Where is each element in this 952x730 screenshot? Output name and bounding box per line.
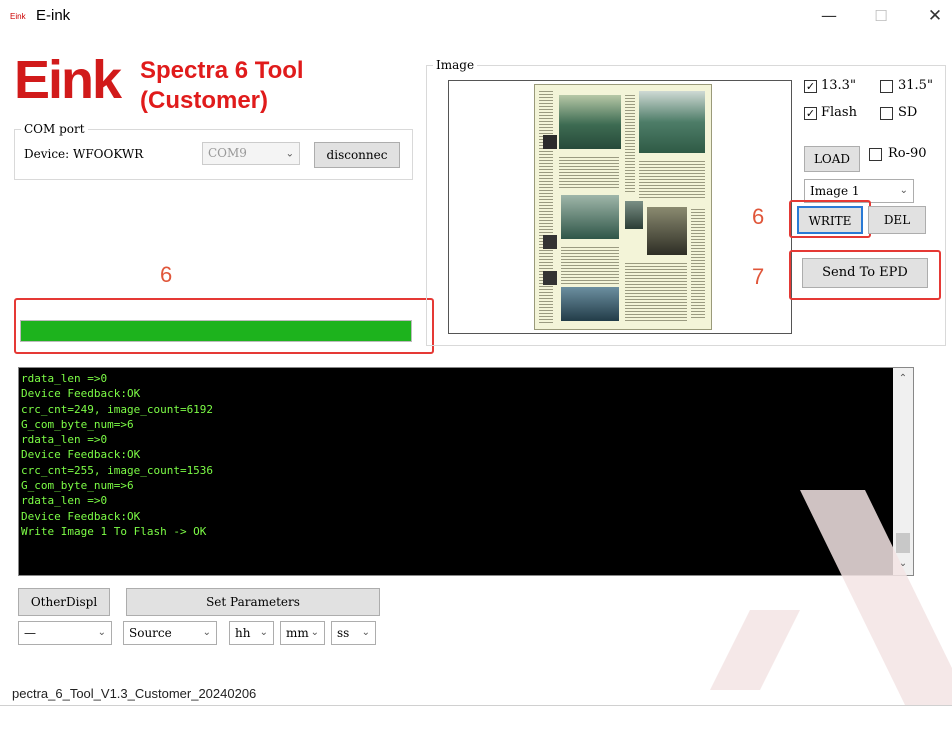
- other-display-button[interactable]: OtherDispl: [18, 588, 110, 616]
- annotation-number-write: 6: [752, 204, 765, 229]
- chevron-down-icon: ⌄: [97, 627, 106, 638]
- sd-label: SD: [898, 105, 918, 120]
- logo-title-line2: (Customer): [140, 87, 269, 114]
- logo-title-line1: Spectra 6 Tool: [140, 57, 304, 84]
- preview-text-column: [559, 155, 619, 189]
- preview-text-column: [639, 159, 705, 199]
- preview-photo: [561, 195, 619, 239]
- annotation-number-progress: 6: [160, 262, 173, 287]
- console-line: Device Feedback:OK: [21, 448, 141, 462]
- minimize-icon[interactable]: —: [812, 2, 846, 30]
- del-button[interactable]: DEL: [868, 206, 926, 234]
- window-title: E-ink: [36, 7, 71, 24]
- console-line: crc_cnt=249, image_count=6192: [21, 402, 214, 416]
- preview-photo: [543, 135, 557, 149]
- preview-text-column: [625, 93, 635, 193]
- rotate-90-checkbox[interactable]: [869, 148, 882, 161]
- com-port-select[interactable]: COM9 ⌄: [202, 142, 300, 165]
- preview-photo: [561, 287, 619, 321]
- preview-photo: [647, 207, 687, 255]
- minute-value: mm: [286, 626, 309, 640]
- preview-photo: [639, 91, 705, 153]
- preview-photo: [543, 235, 557, 249]
- flash-checkbox[interactable]: ✓: [804, 107, 817, 120]
- console-line: Write Image 1 To Flash -> OK: [21, 524, 207, 538]
- disconnect-button[interactable]: disconnec: [314, 142, 400, 168]
- console-line: G_com_byte_num=>6: [21, 479, 134, 493]
- version-footer: pectra_6_Tool_V1.3_Customer_20240206: [12, 686, 257, 701]
- sd-checkbox[interactable]: [880, 107, 893, 120]
- console-line: rdata_len =>0: [21, 433, 108, 447]
- size-13-checkbox[interactable]: ✓: [804, 80, 817, 93]
- watermark-graphic: [710, 490, 952, 705]
- progress-bar: [20, 320, 412, 342]
- console-line: Device Feedback:OK: [21, 509, 141, 523]
- chevron-down-icon: ⌄: [310, 627, 319, 638]
- preview-photo: [543, 271, 557, 285]
- com-port-value: COM9: [208, 146, 247, 160]
- console-lines: rdata_len =>0 Device Feedback:OK crc_cnt=2…: [21, 371, 213, 539]
- image-slot-value: Image 1: [810, 184, 860, 198]
- set-parameters-button[interactable]: Set Parameters: [126, 588, 380, 616]
- flash-label: Flash: [821, 105, 857, 120]
- scroll-up-icon[interactable]: ⌃: [893, 370, 913, 388]
- send-to-epd-button[interactable]: Send To EPD: [802, 258, 928, 288]
- logo-title: Spectra 6 Tool (Customer): [140, 56, 304, 116]
- progress-bar-fill: [21, 321, 411, 341]
- footer-divider: [0, 705, 952, 706]
- source-value: Source: [129, 626, 172, 640]
- console-line: crc_cnt=255, image_count=1536: [21, 463, 214, 477]
- console-line: rdata_len =>0: [21, 494, 108, 508]
- chevron-down-icon: ⌄: [259, 627, 268, 638]
- console-line: rdata_len =>0: [21, 372, 108, 385]
- preview-text-column: [561, 245, 619, 285]
- load-button[interactable]: LOAD: [804, 146, 860, 172]
- hour-select[interactable]: hh ⌄: [229, 621, 274, 645]
- close-icon[interactable]: ✕: [918, 2, 952, 30]
- console-line: G_com_byte_num=>6: [21, 417, 134, 431]
- preview-text-column: [691, 207, 705, 319]
- chevron-down-icon: ⌄: [285, 148, 294, 159]
- preview-text-column: [539, 89, 553, 325]
- size-31-checkbox[interactable]: [880, 80, 893, 93]
- write-button[interactable]: WRITE: [797, 206, 863, 234]
- preview-photo: [559, 95, 621, 149]
- chevron-down-icon: ⌄: [899, 185, 908, 196]
- hour-value: hh: [235, 626, 251, 640]
- size-13-label: 13.3": [821, 78, 856, 93]
- second-value: ss: [337, 626, 350, 640]
- image-legend: Image: [436, 58, 475, 72]
- com-port-legend: COM port: [24, 122, 85, 136]
- chevron-down-icon: ⌄: [361, 627, 370, 638]
- minute-select[interactable]: mm ⌄: [280, 621, 325, 645]
- source-select[interactable]: Source ⌄: [123, 621, 217, 645]
- chevron-down-icon: ⌄: [202, 627, 211, 638]
- newspaper-preview-image: [534, 84, 712, 330]
- maximize-icon[interactable]: ☐: [864, 2, 898, 30]
- app-icon: Eink: [10, 12, 26, 21]
- second-select[interactable]: ss ⌄: [331, 621, 376, 645]
- size-31-label: 31.5": [898, 78, 933, 93]
- display-type-select[interactable]: — ⌄: [18, 621, 112, 645]
- eink-logo: Eink: [14, 50, 122, 110]
- rotate-90-label: Ro-90: [888, 146, 927, 161]
- console-line: Device Feedback:OK: [21, 387, 141, 401]
- annotation-number-send: 7: [752, 264, 765, 289]
- device-label: Device: WFOOKWR: [24, 147, 144, 161]
- preview-photo: [625, 201, 643, 229]
- display-type-value: —: [24, 626, 36, 640]
- preview-text-column: [625, 261, 687, 321]
